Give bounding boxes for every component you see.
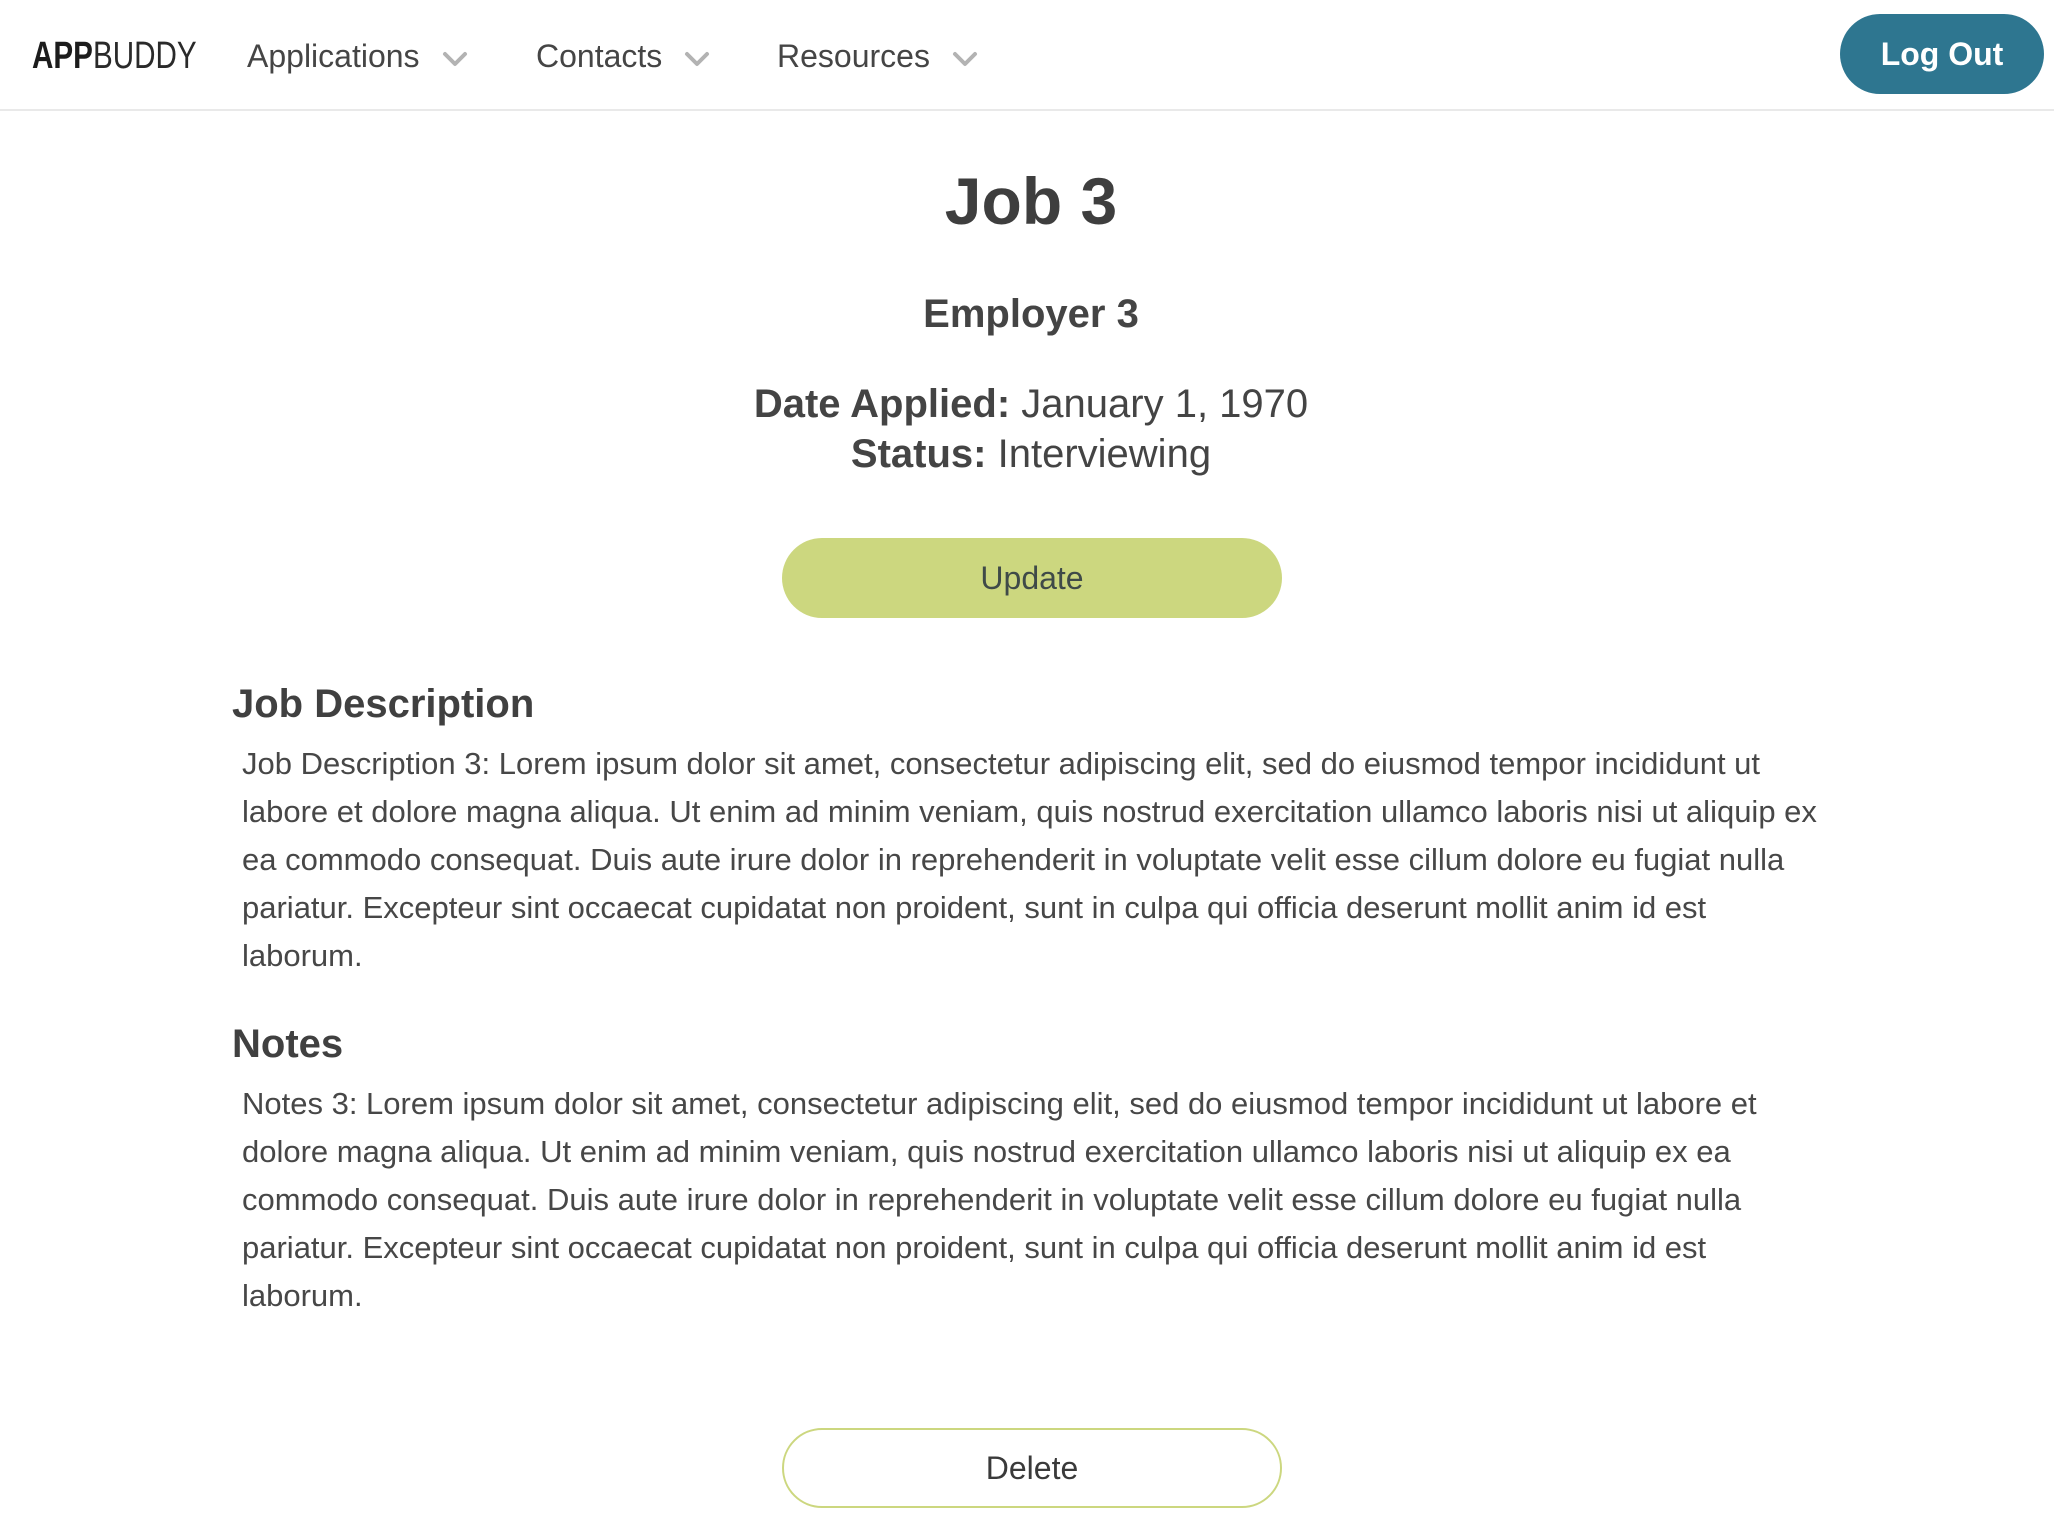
status-value: Interviewing bbox=[997, 432, 1212, 476]
employer-name: Employer 3 bbox=[923, 292, 1139, 336]
status-row: Status: Interviewing bbox=[0, 428, 2054, 480]
logo-bold-text: APP bbox=[32, 35, 93, 77]
top-navbar: APPBUDDY Applications Contacts Resources… bbox=[0, 0, 2054, 111]
update-button[interactable]: Update bbox=[782, 538, 1282, 618]
notes-heading: Notes bbox=[232, 1022, 344, 1066]
nav-applications-dropdown[interactable]: Applications bbox=[247, 28, 468, 84]
app-logo[interactable]: APPBUDDY bbox=[32, 32, 197, 80]
notes-text: Notes 3: Lorem ipsum dolor sit amet, con… bbox=[242, 1086, 1757, 1313]
nav-contacts-dropdown[interactable]: Contacts bbox=[536, 28, 710, 84]
date-applied-row: Date Applied: January 1, 1970 bbox=[0, 378, 2054, 430]
status-label: Status: bbox=[850, 432, 987, 476]
nav-contacts-label: Contacts bbox=[536, 37, 663, 74]
job-description-heading: Job Description bbox=[232, 682, 535, 726]
delete-button[interactable]: Delete bbox=[782, 1428, 1282, 1508]
chevron-down-icon bbox=[684, 43, 710, 69]
logout-button[interactable]: Log Out bbox=[1840, 14, 2044, 94]
chevron-down-icon bbox=[952, 43, 978, 69]
job-title: Job 3 bbox=[944, 164, 1118, 238]
nav-applications-label: Applications bbox=[247, 37, 420, 74]
date-applied-value: January 1, 1970 bbox=[1021, 382, 1309, 426]
date-applied-label: Date Applied: bbox=[753, 382, 1011, 426]
chevron-down-icon bbox=[442, 43, 468, 69]
logo-light-text: BUDDY bbox=[92, 35, 197, 77]
nav-resources-label: Resources bbox=[777, 37, 930, 74]
nav-resources-dropdown[interactable]: Resources bbox=[777, 28, 978, 84]
job-description-text: Job Description 3: Lorem ipsum dolor sit… bbox=[242, 746, 1817, 973]
